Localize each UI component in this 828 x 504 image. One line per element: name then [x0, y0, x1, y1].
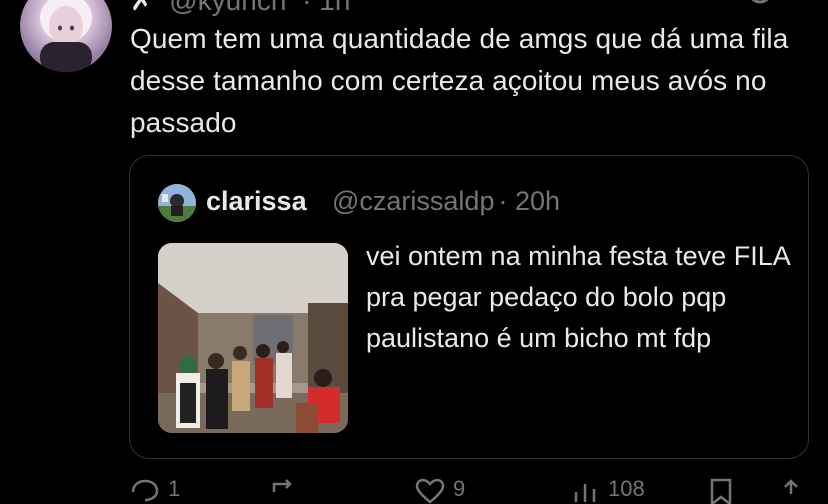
tweet-actions: 1 9 108: [0, 476, 828, 504]
reply-button[interactable]: 1: [130, 476, 181, 502]
retweet-button[interactable]: [270, 478, 308, 498]
reply-icon: [131, 479, 159, 502]
quote-tweet-card[interactable]: clarissa @czarissaldp · 20h vei ontem na…: [129, 155, 809, 459]
tweet-header: ✗ @kyuhch · 1h: [130, 0, 358, 16]
avatar-photo: [40, 0, 92, 72]
quote-avatar[interactable]: [158, 184, 196, 222]
like-icon: [415, 478, 445, 504]
like-count: 9: [453, 476, 466, 501]
quote-author-handle: @czarissaldp: [332, 186, 495, 216]
views-count: 108: [608, 476, 645, 501]
views-icon: [574, 484, 596, 502]
tweet-text: Quem tem uma quantidade de amgs que dá u…: [130, 23, 789, 138]
reply-count: 1: [168, 476, 181, 501]
tweet-time[interactable]: · 1h: [302, 0, 350, 16]
more-icon[interactable]: [746, 0, 774, 14]
share-icon: [784, 479, 798, 494]
bookmark-button[interactable]: [706, 478, 736, 504]
views-button[interactable]: 108: [570, 476, 645, 502]
quote-author-name[interactable]: clarissa: [206, 186, 307, 217]
quote-avatar-photo: [158, 184, 196, 222]
quote-image[interactable]: [158, 243, 348, 433]
retweet-icon: [272, 479, 292, 492]
author-handle[interactable]: @kyuhch: [169, 0, 286, 16]
quote-time: · 20h: [498, 186, 561, 216]
quote-text: vei ontem na minha festa teve FILA pra p…: [366, 241, 790, 353]
bookmark-icon: [710, 478, 732, 504]
party-photo: [158, 243, 348, 433]
author-name[interactable]: ✗: [130, 0, 153, 16]
avatar[interactable]: [20, 0, 112, 72]
like-button[interactable]: 9: [415, 476, 466, 504]
share-button[interactable]: [776, 478, 806, 498]
quote-handle-time[interactable]: @czarissaldp · 20h: [332, 186, 560, 217]
